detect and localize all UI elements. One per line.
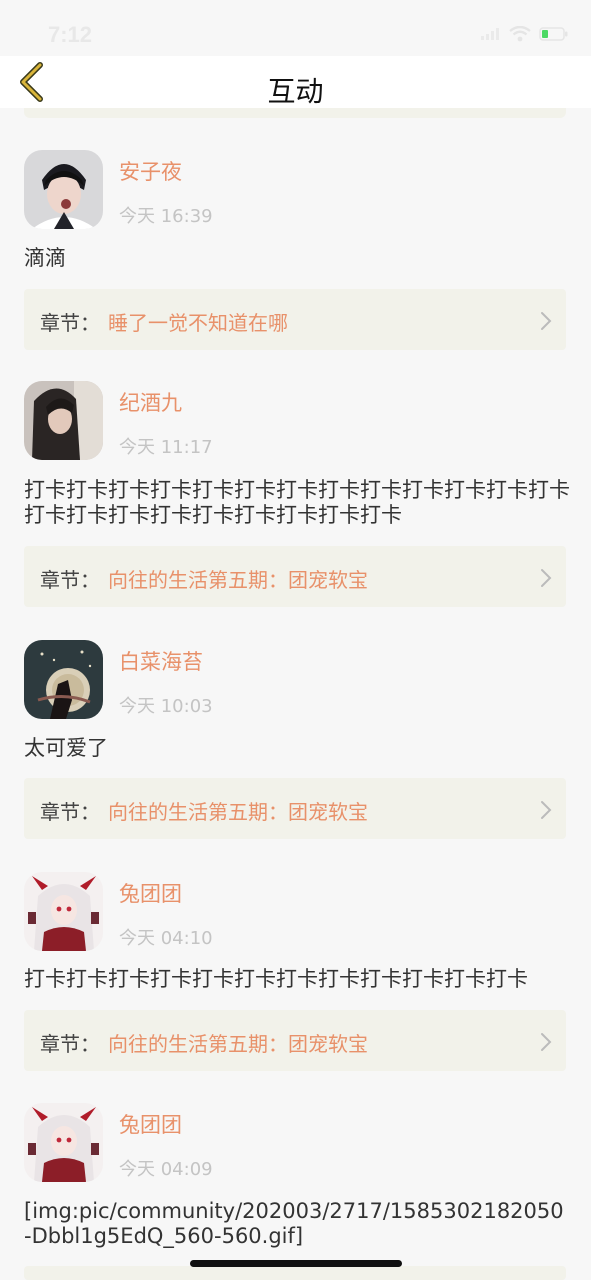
- avatar[interactable]: [24, 872, 103, 951]
- chapter-link[interactable]: 章节： 向往的生活第五期：团宠软宝: [24, 1010, 566, 1071]
- timestamp: 今天 04:09: [119, 1159, 213, 1180]
- chapter-label: 章节：: [40, 311, 100, 335]
- timestamp: 今天 04:10: [119, 928, 213, 949]
- chapter-title: 向往的生活第五期：团宠软宝: [108, 568, 368, 592]
- status-icons: [481, 26, 569, 42]
- nav-bar: 互动: [0, 56, 591, 108]
- chapter-link[interactable]: 章节： 向往的生活第五期：团宠软宝: [24, 778, 566, 839]
- page-title: 互动: [267, 75, 324, 108]
- comment-text: 打卡打卡打卡打卡打卡打卡打卡打卡打卡打卡打卡打卡: [24, 967, 528, 991]
- chapter-title: 睡了一觉不知道在哪: [108, 311, 288, 335]
- chapter-title: 向往的生活第五期：团宠软宝: [108, 800, 368, 824]
- avatar[interactable]: [24, 1103, 103, 1182]
- home-indicator: [190, 1260, 402, 1267]
- avatar[interactable]: [24, 150, 103, 229]
- chapter-link[interactable]: [24, 1266, 566, 1280]
- chevron-right-icon: [541, 801, 552, 819]
- status-time: 7:12: [48, 22, 93, 47]
- comment-text: 太可爱了: [24, 736, 108, 760]
- username[interactable]: 安子夜: [119, 156, 182, 186]
- chevron-right-icon: [541, 569, 552, 587]
- timestamp: 今天 10:03: [119, 696, 213, 717]
- username[interactable]: 兔团团: [119, 1109, 182, 1139]
- username[interactable]: 白菜海苔: [119, 646, 203, 676]
- status-bar: 7:12: [0, 0, 591, 56]
- username[interactable]: 纪酒九: [119, 387, 182, 417]
- chapter-title: 向往的生活第五期：团宠软宝: [108, 1032, 368, 1056]
- chevron-right-icon: [541, 1033, 552, 1051]
- chapter-link[interactable]: 章节： 向往的生活第五期：团宠软宝: [24, 546, 566, 607]
- comment-text: [img:pic/community/202003/2717/158530218…: [24, 1199, 564, 1248]
- timestamp: 今天 16:39: [119, 206, 213, 227]
- comment-text: 打卡打卡打卡打卡打卡打卡打卡打卡打卡打卡打卡打卡打卡打卡打卡打卡打卡打卡打卡打卡…: [24, 478, 570, 527]
- battery-icon: [539, 27, 568, 41]
- chapter-label: 章节：: [40, 800, 100, 824]
- timestamp: 今天 11:17: [119, 437, 213, 458]
- cellular-signal-icon: [481, 28, 499, 40]
- avatar[interactable]: [24, 381, 103, 460]
- chapter-link[interactable]: 章节： 睡了一觉不知道在哪: [24, 289, 566, 350]
- avatar[interactable]: [24, 640, 103, 719]
- chevron-right-icon: [541, 312, 552, 330]
- chapter-label: 章节：: [40, 568, 100, 592]
- username[interactable]: 兔团团: [119, 878, 182, 908]
- chapter-label: 章节：: [40, 1032, 100, 1056]
- previous-chapter-card-edge[interactable]: [24, 108, 566, 118]
- comment-text: 滴滴: [24, 246, 66, 270]
- wifi-icon: [509, 26, 531, 42]
